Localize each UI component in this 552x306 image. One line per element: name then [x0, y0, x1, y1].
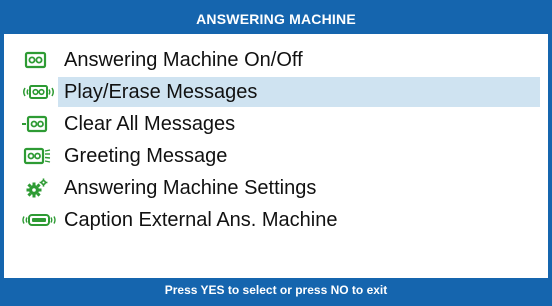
- external-machine-icon: [21, 210, 57, 230]
- screen-frame: ANSWERING MACHINE Answering Machine On/O…: [0, 0, 552, 306]
- menu-list: Answering Machine On/Off Play/Erase Mess…: [4, 44, 548, 236]
- menu-item-caption-external-ans-machine[interactable]: Caption External Ans. Machine: [4, 204, 548, 236]
- menu-item-answering-machine-settings[interactable]: Answering Machine Settings: [4, 172, 548, 204]
- menu-item-clear-all-messages[interactable]: Clear All Messages: [4, 108, 548, 140]
- settings-gears-icon: [21, 178, 57, 198]
- menu-item-greeting-message[interactable]: Greeting Message: [4, 140, 548, 172]
- footer-hint: Press YES to select or press NO to exit: [4, 278, 548, 302]
- menu-item-label: Caption External Ans. Machine: [64, 209, 338, 231]
- menu-item-label: Clear All Messages: [64, 113, 236, 135]
- menu-item-answering-machine-on-off[interactable]: Answering Machine On/Off: [4, 44, 548, 76]
- answering-machine-icon: [21, 50, 57, 70]
- clear-messages-icon: [21, 114, 57, 134]
- greeting-message-icon: [21, 146, 57, 166]
- menu-item-label: Play/Erase Messages: [64, 81, 258, 103]
- menu-item-label: Greeting Message: [64, 145, 228, 167]
- menu-item-label: Answering Machine Settings: [64, 177, 317, 199]
- page-title: ANSWERING MACHINE: [4, 4, 548, 34]
- menu-item-label: Answering Machine On/Off: [64, 49, 303, 71]
- menu-item-play-erase-messages[interactable]: Play/Erase Messages: [4, 76, 548, 108]
- play-messages-icon: [21, 82, 57, 102]
